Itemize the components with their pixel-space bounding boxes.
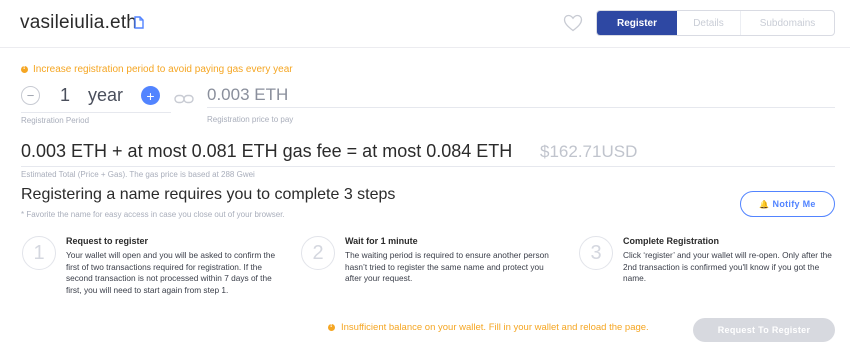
step-body: Your wallet will open and you will be as… bbox=[66, 250, 276, 295]
step-number: 1 bbox=[22, 236, 56, 270]
bell-icon: 🔔 bbox=[759, 199, 770, 209]
header: vasileiulia.eth Register Details Subdoma… bbox=[0, 0, 850, 48]
period-warning-text: Increase registration period to avoid pa… bbox=[33, 64, 293, 75]
warning-icon bbox=[328, 322, 335, 331]
tab-subdomains[interactable]: Subdomains bbox=[741, 11, 834, 35]
insufficient-balance-text: Insufficient balance on your wallet. Fil… bbox=[341, 322, 649, 333]
total-cost: 0.003 ETH + at most 0.081 ETH gas fee = … bbox=[21, 141, 513, 161]
period-warning: Increase registration period to avoid pa… bbox=[21, 64, 293, 75]
increase-period-button[interactable]: + bbox=[141, 86, 160, 105]
period-underline bbox=[21, 112, 171, 113]
step-title: Complete Registration bbox=[623, 236, 720, 246]
minus-icon: − bbox=[26, 88, 35, 103]
notify-me-label: Notify Me bbox=[772, 199, 816, 209]
warning-icon bbox=[21, 64, 28, 73]
period-unit: year bbox=[88, 85, 124, 105]
request-to-register-button[interactable]: Request To Register bbox=[693, 318, 835, 342]
step-number: 2 bbox=[301, 236, 335, 270]
decrease-period-button[interactable]: − bbox=[21, 86, 40, 105]
step-body: The waiting period is required to ensure… bbox=[345, 250, 549, 284]
price-label: Registration price to pay bbox=[207, 115, 294, 124]
plus-icon: + bbox=[146, 87, 155, 104]
period-value: 1 bbox=[60, 85, 71, 105]
tab-details[interactable]: Details bbox=[677, 11, 741, 35]
tabs: Register Details Subdomains bbox=[596, 10, 835, 36]
total-usd: $162.71USD bbox=[540, 142, 638, 161]
period-label: Registration Period bbox=[21, 116, 90, 125]
registration-price: 0.003 ETH bbox=[207, 85, 289, 104]
step-title: Wait for 1 minute bbox=[345, 236, 418, 246]
tab-register[interactable]: Register bbox=[597, 11, 677, 35]
domain-name: vasileiulia.eth bbox=[20, 12, 138, 33]
steps-title: Registering a name requires you to compl… bbox=[21, 186, 396, 203]
steps-note: * Favorite the name for easy access in c… bbox=[21, 210, 285, 219]
heart-icon[interactable] bbox=[563, 14, 583, 32]
notify-me-button[interactable]: 🔔 Notify Me bbox=[740, 191, 835, 217]
link-icon bbox=[174, 94, 194, 104]
insufficient-balance-warning: Insufficient balance on your wallet. Fil… bbox=[328, 322, 649, 333]
step-title: Request to register bbox=[66, 236, 149, 246]
price-underline bbox=[207, 107, 835, 108]
copy-icon[interactable] bbox=[134, 16, 144, 29]
step-number: 3 bbox=[579, 236, 613, 270]
total-label: Estimated Total (Price + Gas). The gas p… bbox=[21, 170, 255, 179]
total-underline bbox=[21, 166, 835, 167]
step-body: Click ‘register’ and your wallet will re… bbox=[623, 250, 832, 284]
